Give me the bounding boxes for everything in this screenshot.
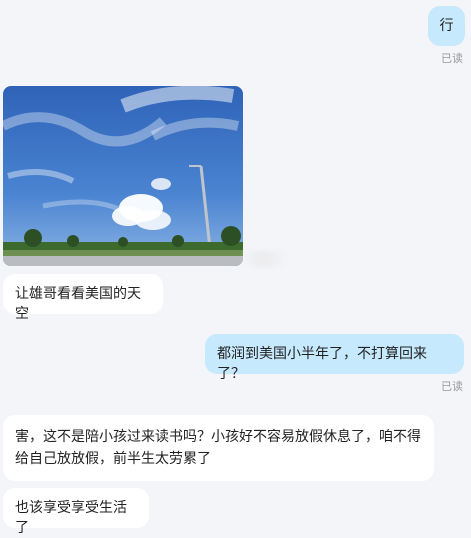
message-text: 害，这不是陪小孩过来读书吗？小孩好不容易放假休息了，咱不得给自己放放假，前半生太…	[15, 429, 421, 467]
incoming-message-bubble[interactable]: 让雄哥看看美国的天空	[3, 274, 163, 322]
incoming-message-bubble[interactable]: 害，这不是陪小孩过来读书吗？小孩好不容易放假休息了，咱不得给自己放放假，前半生太…	[3, 415, 434, 481]
read-status: 已读	[441, 380, 463, 393]
sky-photo-image	[3, 86, 243, 266]
outgoing-message-bubble[interactable]: 行	[428, 6, 465, 46]
message-text: 行	[439, 18, 454, 34]
outgoing-message-bubble[interactable]: 都润到美国小半年了，不打算回来了？	[205, 334, 464, 382]
message-text: 让雄哥看看美国的天空	[15, 286, 141, 322]
incoming-message-bubble[interactable]: 也该享受享受生活了	[3, 488, 149, 536]
message-text: 也该享受享受生活了	[15, 500, 127, 536]
read-status: 已读	[441, 52, 463, 65]
photo-shadow	[240, 251, 288, 267]
sky-photo[interactable]	[3, 86, 243, 266]
message-text: 都润到美国小半年了，不打算回来了？	[217, 346, 427, 382]
